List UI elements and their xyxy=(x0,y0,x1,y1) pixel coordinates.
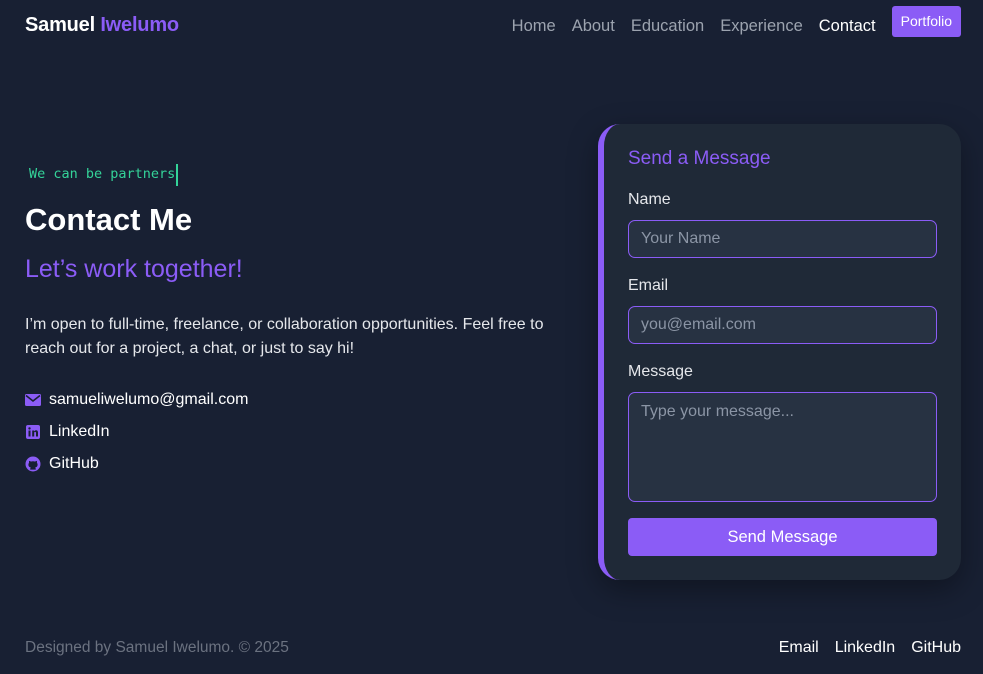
footer-links: Email LinkedIn GitHub xyxy=(779,639,961,657)
message-label: Message xyxy=(628,363,693,380)
contact-links: samueliwelumo@gmail.com LinkedIn GitHub xyxy=(25,384,248,480)
email-label: Email xyxy=(628,277,669,294)
send-message-button[interactable]: Send Message xyxy=(628,518,937,556)
intro-paragraph: I’m open to full-time, freelance, or col… xyxy=(25,316,544,357)
nav-links: Home About Education Experience Contact … xyxy=(512,5,961,46)
contact-email-link[interactable]: samueliwelumo@gmail.com xyxy=(25,384,248,416)
nav-contact[interactable]: Contact xyxy=(819,6,876,46)
footer-credit: Designed by Samuel Iwelumo. © 2025 xyxy=(25,639,289,656)
envelope-icon xyxy=(25,392,41,408)
message-textarea[interactable] xyxy=(628,392,937,502)
form-title: Send a Message xyxy=(628,148,771,169)
nav-experience[interactable]: Experience xyxy=(720,6,803,46)
portfolio-button[interactable]: Portfolio xyxy=(891,5,961,37)
contact-linkedin-label: LinkedIn xyxy=(49,423,110,440)
name-input[interactable] xyxy=(628,220,937,258)
contact-github-link[interactable]: GitHub xyxy=(25,448,248,480)
contact-email-label: samueliwelumo@gmail.com xyxy=(49,391,249,408)
contact-linkedin-link[interactable]: LinkedIn xyxy=(25,416,248,448)
email-input[interactable] xyxy=(628,306,937,344)
name-label: Name xyxy=(628,191,671,208)
contact-github-label: GitHub xyxy=(49,455,99,472)
page-title: Contact Me xyxy=(25,202,193,237)
linkedin-icon xyxy=(25,424,41,440)
top-navbar: Samuel Iwelumo Home About Education Expe… xyxy=(0,0,983,52)
page-subtitle: Let’s work together! xyxy=(25,255,243,283)
nav-home[interactable]: Home xyxy=(512,6,556,46)
brand-first-name: Samuel xyxy=(25,14,95,36)
brand-last-name: Iwelumo xyxy=(100,14,179,36)
footer-linkedin-link[interactable]: LinkedIn xyxy=(835,639,896,657)
footer-email-link[interactable]: Email xyxy=(779,639,819,657)
nav-about[interactable]: About xyxy=(572,6,615,46)
brand-logo[interactable]: Samuel Iwelumo xyxy=(25,14,179,37)
github-icon xyxy=(25,456,41,472)
footer-github-link[interactable]: GitHub xyxy=(911,639,961,657)
nav-education[interactable]: Education xyxy=(631,6,704,46)
contact-form-card: Send a Message Name Email Message Send M… xyxy=(598,124,961,580)
tagline-typewriter: We can be partners xyxy=(29,164,179,186)
